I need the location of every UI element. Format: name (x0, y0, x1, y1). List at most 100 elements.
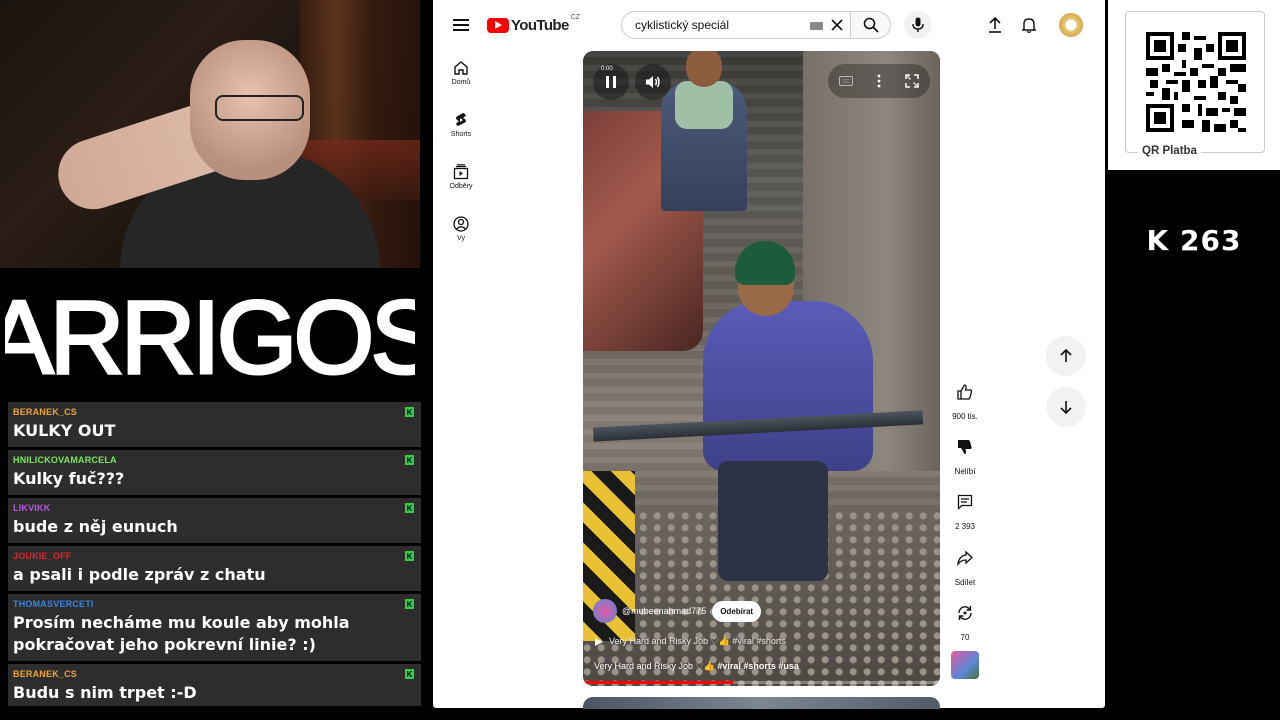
channel-logo: ARRIGOS (0, 268, 420, 398)
avatar[interactable] (1059, 13, 1083, 37)
youtube-play-icon (487, 17, 509, 33)
pause-icon (606, 76, 616, 88)
youtube-window: YouTube CZ Domů Short (433, 0, 1105, 709)
kick-badge-icon: K (405, 407, 414, 417)
subscribe-button[interactable]: Odebírat (712, 600, 762, 622)
like-button[interactable]: 900 tis. (945, 376, 985, 421)
chat-username: LIKVIKK (13, 503, 51, 513)
svg-text:CC: CC (842, 79, 850, 85)
share-label: Sdílet (954, 578, 976, 587)
sidebar-item-subscriptions[interactable]: Odběry (433, 164, 489, 190)
close-icon[interactable] (828, 16, 846, 34)
volume-icon (646, 76, 660, 88)
sidebar-label: Domů (451, 79, 471, 86)
sidebar-item-home[interactable]: Domů (433, 60, 489, 86)
sidebar-item-shorts[interactable]: Shorts (433, 112, 489, 138)
masthead: YouTube CZ (433, 0, 1105, 50)
search-input[interactable] (633, 17, 797, 33)
sidebar-label: Vy (457, 235, 465, 242)
remix-icon (958, 606, 972, 620)
remix-button[interactable]: 70 (945, 597, 985, 642)
chat-text: KULKY OUT (13, 421, 116, 440)
video-overlay-controls: CC (828, 64, 930, 98)
video-hashtags[interactable]: #viral #shorts #usa (717, 661, 799, 671)
chat-box: BERANEK_CS KULKY OUT K HNILICKOVAMARCELA… (8, 402, 421, 709)
kick-badge-icon: K (405, 455, 414, 465)
keyboard-icon[interactable] (810, 22, 823, 30)
kick-badge-icon: K (405, 669, 414, 679)
chat-message: BERANEK_CS Budu s nim trpet :-D K (8, 664, 421, 706)
youtube-logo[interactable]: YouTube CZ (487, 14, 580, 36)
kick-badge-icon: K (405, 599, 414, 609)
remix-count: 70 (960, 633, 970, 642)
chat-username: BERANEK_CS (13, 669, 78, 679)
suggested-video-link[interactable]: Very Hard and Risky Job ♡👍 #viral #short… (595, 636, 786, 647)
stream-counter: K 263 (1146, 224, 1242, 257)
more-options-icon[interactable] (871, 73, 887, 89)
arrow-down-icon (1060, 401, 1072, 414)
search-button[interactable] (851, 11, 891, 39)
comment-count: 2 393 (954, 522, 976, 531)
chat-text: bude z něj eunuch (13, 517, 178, 536)
comment-icon (957, 494, 973, 510)
video-progress-fill (583, 681, 733, 684)
captions-icon[interactable]: CC (838, 73, 854, 89)
video-progress-bar[interactable] (583, 681, 940, 684)
chat-message: JOUKIE_OFF a psali i podle zpráv z chatu… (8, 546, 421, 591)
region-code: CZ (570, 13, 581, 21)
qr-label: QR Platba (1108, 145, 1280, 157)
chat-text: Kulky fuč??? (13, 469, 125, 488)
chat-text: Budu s nim trpet :-D (13, 683, 197, 702)
menu-icon[interactable] (449, 13, 473, 37)
channel-avatar[interactable] (593, 599, 617, 623)
kick-badge-icon: K (405, 503, 414, 513)
chat-username: THOMASVERCETI (13, 599, 94, 609)
youtube-wordmark: YouTube (511, 16, 569, 34)
next-short-preview[interactable] (583, 697, 940, 709)
shorts-video-player[interactable]: 0:00 CC @mubeenahmad775 Odebírat Very Ha… (583, 51, 940, 686)
channel-name[interactable]: @mubeenahmad775 (622, 606, 706, 616)
shorts-icon (456, 113, 466, 126)
sidebar-label: Shorts (450, 131, 472, 138)
webcam-feed (0, 0, 420, 268)
video-title: Very Hard and Risky Job ♡👍 #viral #short… (594, 661, 799, 672)
chat-text: a psali i podle zpráv z chatu (13, 565, 266, 584)
search-icon (863, 17, 879, 33)
volume-button[interactable] (635, 64, 671, 100)
chat-username: JOUKIE_OFF (13, 551, 72, 561)
previous-short-button[interactable] (1046, 336, 1086, 376)
bell-icon[interactable] (1017, 13, 1041, 37)
search-box[interactable] (621, 11, 851, 39)
dislike-label: Nelíbí (954, 467, 976, 476)
chat-message: LIKVIKK bude z něj eunuch K (8, 498, 421, 543)
sound-thumbnail[interactable] (951, 651, 979, 679)
chat-username: BERANEK_CS (13, 407, 78, 417)
user-icon (453, 216, 469, 232)
video-title-text: Very Hard and Risky Job ♡👍 (594, 661, 715, 671)
suggested-video-title: Very Hard and Risky Job ♡👍 #viral #short… (609, 636, 786, 646)
chat-message: THOMASVERCETI Prosím necháme mu koule ab… (8, 594, 421, 661)
next-short-button[interactable] (1046, 387, 1086, 427)
share-icon (957, 550, 973, 566)
qr-code-icon (1146, 32, 1246, 132)
chat-message: BERANEK_CS KULKY OUT K (8, 402, 421, 447)
dislike-button[interactable]: Nelíbí (945, 431, 985, 476)
upload-icon[interactable] (983, 13, 1007, 37)
channel-row: @mubeenahmad775 Odebírat (593, 599, 762, 623)
qr-payment-panel: QR Platba (1108, 0, 1280, 170)
video-time: 0:00 (601, 66, 613, 72)
qr-frame (1125, 11, 1265, 153)
kick-badge-icon: K (405, 551, 414, 561)
chat-username: HNILICKOVAMARCELA (13, 455, 117, 465)
thumbs-down-icon (958, 440, 972, 454)
sidebar-label: Odběry (449, 183, 473, 190)
sidebar-item-you[interactable]: Vy (433, 216, 489, 242)
svg-text:ARRIGOS: ARRIGOS (5, 280, 415, 393)
microphone-icon[interactable] (904, 11, 932, 39)
chat-message: HNILICKOVAMARCELA Kulky fuč??? K (8, 450, 421, 495)
fullscreen-icon[interactable] (904, 73, 920, 89)
stream-overlay: ARRIGOS BERANEK_CS KULKY OUT K HNILICKOV… (0, 0, 430, 720)
like-count: 900 tis. (952, 412, 978, 421)
comments-button[interactable]: 2 393 (945, 486, 985, 531)
share-button[interactable]: Sdílet (945, 542, 985, 587)
